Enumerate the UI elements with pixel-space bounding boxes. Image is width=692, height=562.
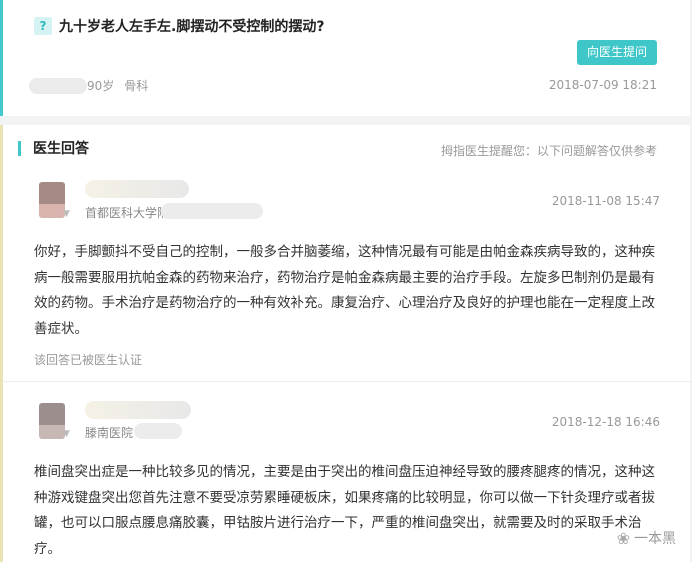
section-accent-bar bbox=[18, 140, 21, 156]
question-mark-icon: ? bbox=[34, 17, 52, 35]
doctor-name-blur[interactable] bbox=[85, 401, 191, 419]
watermark-text: 一本黑 bbox=[634, 531, 676, 547]
doctor-name-blur[interactable] bbox=[85, 180, 189, 198]
certified-note: 该回答已被医生认证 bbox=[34, 353, 143, 367]
divider bbox=[3, 381, 692, 382]
answer-date: 2018-12-18 16:46 bbox=[551, 415, 660, 429]
answer-date: 2018-11-08 15:47 bbox=[551, 194, 660, 208]
patient-age: 90岁 bbox=[87, 79, 115, 93]
watermark: ❀ 一本黑 bbox=[617, 528, 676, 548]
wechat-icon: ❀ bbox=[616, 528, 630, 548]
caret-down-icon: ▼ bbox=[63, 209, 70, 219]
question-title: 九十岁老人左手左.脚摆动不受控制的摆动? bbox=[59, 19, 325, 35]
answers-header: 医生回答 bbox=[18, 139, 89, 157]
caret-down-icon: ▼ bbox=[63, 429, 70, 439]
doctor-avatar[interactable] bbox=[39, 403, 65, 439]
answers-heading: 医生回答 bbox=[33, 141, 89, 157]
answer-text: 你好，手脚颤抖不受自己的控制，一般多合并脑萎缩，这种情况最有可能是由帕金森疾病导… bbox=[34, 244, 655, 337]
disclaimer-notice: 拇指医生提醒您：以下问题解答仅供参考 bbox=[440, 144, 657, 158]
doctor-hospital: 滕南医院 bbox=[85, 426, 134, 440]
ask-doctor-button[interactable]: 向医生提问 bbox=[577, 40, 657, 65]
answer-text: 椎间盘突出症是一种比较多见的情况，主要是由于突出的椎间盘压迫神经导致的腰疼腿疼的… bbox=[34, 464, 655, 557]
question-card: ? 九十岁老人左手左.脚摆动不受控制的摆动? 向医生提问 90岁 骨科 2018… bbox=[0, 0, 690, 116]
doctor-hospital: 首都医科大学附 bbox=[85, 206, 170, 220]
patient-name-blur bbox=[29, 77, 87, 94]
hospital-blur bbox=[161, 203, 263, 219]
answers-card: 医生回答 拇指医生提醒您：以下问题解答仅供参考 ▼ 首都医科大学附 2018-1… bbox=[0, 125, 692, 562]
question-department: 骨科 bbox=[124, 79, 149, 93]
question-meta: 90岁 骨科 bbox=[29, 77, 148, 94]
doctor-avatar[interactable] bbox=[39, 182, 65, 218]
hospital-blur bbox=[134, 423, 182, 439]
question-date: 2018-07-09 18:21 bbox=[548, 78, 657, 92]
